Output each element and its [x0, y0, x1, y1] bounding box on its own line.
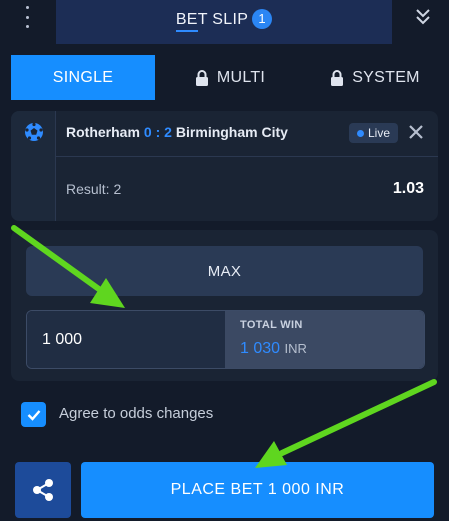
- lock-icon: [195, 69, 208, 86]
- stake-input[interactable]: 1 000: [27, 311, 225, 368]
- share-icon: [33, 479, 53, 501]
- place-bet-label: PLACE BET 1 000 INR: [170, 481, 345, 498]
- bet-slip-title-text: BET SLIP: [175, 11, 249, 28]
- match-title[interactable]: Rotherham 0 : 2 Birmingham City: [66, 124, 288, 140]
- total-win-amount: 1 030 INR: [240, 340, 307, 358]
- total-win-label: TOTAL WIN: [240, 319, 303, 331]
- stake-panel: MAX 1 000 TOTAL WIN 1 030 INR: [11, 230, 438, 381]
- tab-system-label: SYSTEM: [352, 68, 420, 86]
- bet-card-divider: [55, 156, 438, 157]
- lock-icon: [331, 69, 344, 86]
- bet-odds: 1.03: [392, 180, 424, 197]
- football-icon: [25, 122, 43, 141]
- home-team: Rotherham: [66, 124, 140, 140]
- tab-single[interactable]: SINGLE: [11, 55, 155, 100]
- live-badge: Live: [349, 123, 399, 143]
- tab-single-label: SINGLE: [52, 68, 114, 86]
- bet-count-badge: 1: [252, 9, 273, 29]
- agree-label[interactable]: Agree to odds changes: [59, 405, 213, 422]
- place-bet-button[interactable]: PLACE BET 1 000 INR: [81, 462, 434, 518]
- total-win-currency: INR: [284, 341, 307, 356]
- checkmark-icon: [27, 409, 40, 421]
- tab-multi[interactable]: MULTI: [160, 55, 300, 100]
- menu-dots-icon[interactable]: [20, 6, 34, 28]
- share-button[interactable]: [15, 462, 71, 518]
- max-stake-button[interactable]: MAX: [26, 246, 423, 296]
- agree-checkbox[interactable]: [21, 402, 46, 427]
- match-score: 0 : 2: [143, 124, 172, 140]
- stake-row: 1 000 TOTAL WIN 1 030 INR: [26, 310, 425, 369]
- live-dot-icon: [357, 129, 364, 137]
- away-team: Birmingham City: [175, 124, 288, 140]
- total-win-box: TOTAL WIN 1 030 INR: [225, 311, 424, 368]
- max-stake-label: MAX: [207, 262, 242, 280]
- double-chevron-down-icon[interactable]: [412, 6, 434, 28]
- live-label: Live: [368, 126, 391, 140]
- arrow-to-place-bet: [255, 379, 437, 468]
- close-icon[interactable]: [409, 125, 423, 139]
- bet-slip-title[interactable]: BET SLIP 1: [56, 9, 392, 29]
- tab-multi-label: MULTI: [216, 68, 266, 86]
- total-win-value: 1 030: [240, 340, 281, 357]
- bet-card: Rotherham 0 : 2 Birmingham City Live Resul…: [11, 111, 438, 221]
- tab-system[interactable]: SYSTEM: [305, 55, 445, 100]
- bet-result-label: Result: 2: [66, 181, 122, 197]
- bet-slip-header: BET SLIP 1: [56, 0, 392, 44]
